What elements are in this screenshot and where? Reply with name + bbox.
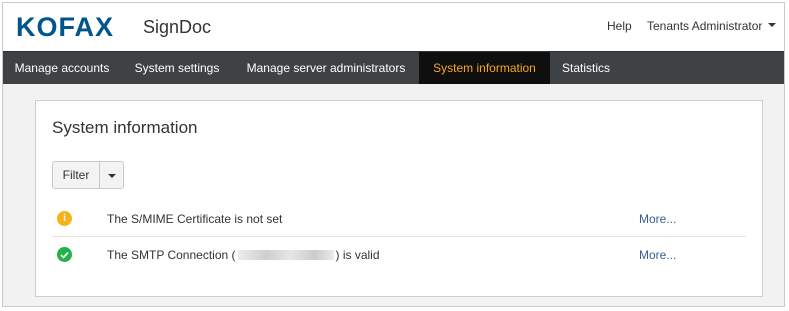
more-link[interactable]: More...: [639, 212, 676, 226]
user-menu-label: Tenants Administrator: [647, 19, 763, 33]
panel-title: System information: [52, 118, 198, 137]
nav-manage-server-administrators[interactable]: Manage server administrators: [233, 52, 419, 84]
filter-button-group: Filter: [52, 161, 124, 189]
nav-statistics[interactable]: Statistics: [550, 52, 622, 84]
app-window: KOFAX SignDoc Help Tenants Administrator…: [2, 2, 785, 307]
check-circle-icon: [57, 247, 72, 262]
system-info-list: i The S/MIME Certificate is not set More…: [52, 201, 746, 273]
status-message: The SMTP Connection ( ) is valid: [107, 248, 380, 262]
top-header: KOFAX SignDoc Help Tenants Administrator: [3, 3, 784, 51]
more-link[interactable]: More...: [639, 248, 676, 262]
nav-system-information[interactable]: System information: [419, 52, 550, 84]
nav-manage-accounts[interactable]: Manage accounts: [3, 52, 121, 84]
info-icon: i: [57, 211, 72, 226]
user-menu-dropdown[interactable]: Tenants Administrator: [647, 19, 777, 33]
check-mark-icon: [60, 251, 69, 259]
status-message: The S/MIME Certificate is not set: [107, 212, 283, 226]
kofax-logo: KOFAX: [16, 12, 115, 42]
caret-down-icon: [768, 22, 777, 27]
system-information-panel: System information Filter i The S/MIME C…: [35, 100, 763, 297]
app-name: SignDoc: [143, 17, 212, 37]
list-item: i The S/MIME Certificate is not set More…: [52, 201, 746, 237]
help-link[interactable]: Help: [607, 19, 632, 33]
caret-down-icon: [108, 174, 116, 178]
status-text-after: ) is valid: [335, 248, 380, 262]
status-text-before: The SMTP Connection (: [107, 248, 236, 262]
list-item: The SMTP Connection ( ) is valid More...: [52, 237, 746, 273]
redacted-hostname: [237, 249, 334, 260]
main-nav: Manage accounts System settings Manage s…: [3, 51, 784, 84]
nav-system-settings[interactable]: System settings: [121, 52, 233, 84]
filter-button[interactable]: Filter: [53, 162, 99, 188]
filter-dropdown-toggle[interactable]: [99, 162, 123, 188]
